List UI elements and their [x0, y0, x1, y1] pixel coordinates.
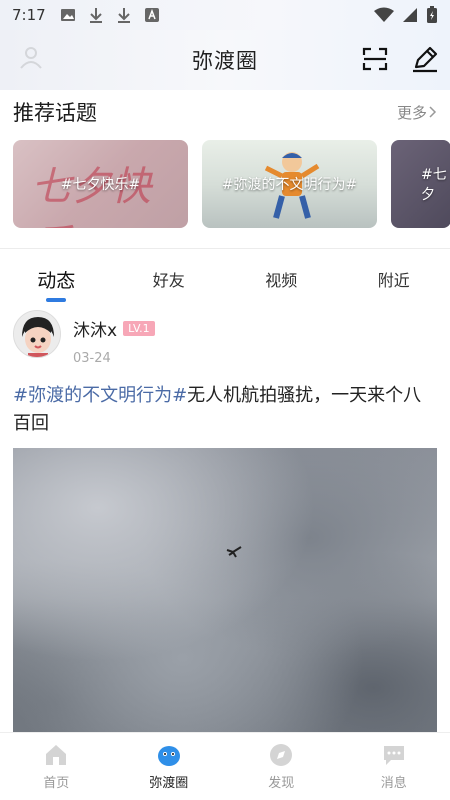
app-icon: [144, 8, 159, 22]
tab-dynamic[interactable]: 动态: [0, 256, 113, 302]
nav-label: 弥渡圈: [149, 776, 189, 791]
post-date: 03-24: [73, 351, 111, 366]
scan-button[interactable]: [360, 44, 390, 74]
more-link[interactable]: 更多: [397, 102, 437, 123]
chevron-right-icon: [429, 106, 437, 118]
home-icon: [46, 745, 67, 765]
nav-home[interactable]: 首页: [0, 733, 113, 800]
battery-icon: [427, 6, 437, 23]
topic-card[interactable]: #七夕: [391, 140, 450, 228]
system-icons: [374, 6, 438, 24]
compose-button[interactable]: [410, 44, 440, 74]
topic-card[interactable]: 七夕快乐 #七夕快乐#: [13, 140, 188, 228]
user-icon[interactable]: [18, 44, 44, 70]
post-hashtag[interactable]: #弥渡的不文明行为#: [13, 385, 187, 406]
tab-label: 动态: [37, 269, 76, 292]
avatar-image: [14, 311, 60, 357]
feed-post[interactable]: 沐沐x LV.1 03-24 #弥渡的不文明行为#无人机航拍骚扰，一天来个八百回: [0, 310, 450, 748]
tab-friends[interactable]: 好友: [113, 256, 226, 302]
signal-icon: [403, 8, 417, 22]
status-time: 7:17: [12, 6, 46, 24]
nav-label: 消息: [380, 776, 407, 791]
download-icon: [89, 8, 102, 23]
topics-header: 推荐话题 更多: [0, 94, 450, 130]
topic-card[interactable]: #弥渡的不文明行为#: [202, 140, 377, 228]
post-content: #弥渡的不文明行为#无人机航拍骚扰，一天来个八百回: [0, 374, 450, 438]
wifi-icon: [374, 7, 394, 22]
page-title: 弥渡圈: [192, 49, 258, 73]
app-header: 弥渡圈: [0, 30, 450, 90]
nav-label: 首页: [43, 776, 70, 791]
feed-tabs: 动态 好友 视频 附近: [0, 256, 450, 302]
post-image[interactable]: [13, 448, 437, 748]
topic-card-label: #弥渡的不文明行为#: [221, 177, 358, 193]
nav-messages[interactable]: 消息: [338, 733, 450, 800]
discover-icon: [270, 744, 293, 766]
download-icon: [117, 8, 130, 23]
topic-card-label: #七夕: [421, 167, 447, 203]
topics-title: 推荐话题: [13, 101, 97, 125]
circle-icon: [157, 746, 180, 766]
tab-video[interactable]: 视频: [225, 256, 338, 302]
user-name[interactable]: 沐沐x: [73, 316, 117, 341]
nav-circle[interactable]: 弥渡圈: [113, 733, 226, 800]
pencil-icon: [413, 46, 438, 73]
level-badge: LV.1: [123, 321, 155, 336]
tab-label: 视频: [265, 271, 298, 290]
post-author: 沐沐x LV.1 03-24: [0, 310, 450, 374]
topics-carousel[interactable]: 七夕快乐 #七夕快乐# #弥渡的不文明行为# #七夕: [13, 140, 450, 228]
image-icon: [60, 9, 75, 21]
tab-label: 附近: [377, 271, 410, 290]
scan-icon: [362, 47, 388, 71]
bottom-navigation: 首页 弥渡圈 发现 消息: [0, 732, 450, 800]
topic-card-label: #七夕快乐#: [60, 177, 141, 193]
more-label: 更多: [396, 103, 427, 122]
avatar[interactable]: [13, 310, 61, 358]
message-icon: [383, 746, 404, 765]
status-bar: 7:17: [0, 0, 450, 30]
section-divider: [0, 248, 450, 249]
drone-in-sky: [226, 546, 242, 558]
notification-icons: [60, 7, 160, 23]
tab-label: 好友: [152, 271, 185, 290]
nav-label: 发现: [268, 776, 295, 791]
nav-discover[interactable]: 发现: [225, 733, 338, 800]
tab-nearby[interactable]: 附近: [338, 256, 450, 302]
